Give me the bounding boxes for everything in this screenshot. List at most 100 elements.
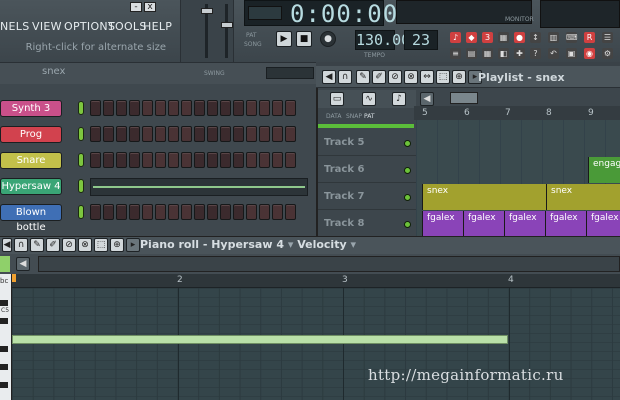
param-selector[interactable]: Velocity xyxy=(297,238,346,251)
chevron-down-icon[interactable]: ▾ xyxy=(350,238,356,251)
track-header[interactable]: Track 7 xyxy=(318,184,416,210)
playlist-icon[interactable]: ≡ xyxy=(450,48,461,59)
magnet-icon[interactable]: ∩ xyxy=(338,70,352,84)
step-button[interactable] xyxy=(181,204,192,220)
step-button[interactable] xyxy=(142,126,153,142)
playlist-clip[interactable]: fgalex xyxy=(545,211,586,236)
black-key[interactable] xyxy=(0,300,8,306)
step-button[interactable] xyxy=(233,126,244,142)
loop-record-icon[interactable]: ● xyxy=(514,32,525,43)
note[interactable] xyxy=(12,335,508,344)
step-button[interactable] xyxy=(168,204,179,220)
channel-active-led[interactable] xyxy=(78,101,84,115)
pr-pencil-icon[interactable]: ✎ xyxy=(30,238,44,252)
step-button[interactable] xyxy=(207,152,218,168)
step-button[interactable] xyxy=(246,152,257,168)
step-button[interactable] xyxy=(103,100,114,116)
channel-button[interactable]: Synth 3 xyxy=(0,100,62,117)
menu-tools[interactable]: TOOLS xyxy=(108,20,147,33)
step-button[interactable] xyxy=(181,100,192,116)
track-led[interactable] xyxy=(404,140,411,147)
step-button[interactable] xyxy=(194,152,205,168)
step-button[interactable] xyxy=(285,100,296,116)
channel-rack-icon[interactable]: ▦ xyxy=(482,48,493,59)
playlist-clip[interactable]: fgalex xyxy=(463,211,504,236)
step-button[interactable] xyxy=(272,126,283,142)
black-key[interactable] xyxy=(0,318,8,324)
step-button[interactable] xyxy=(194,126,205,142)
channel-button[interactable]: Hypersaw 4 xyxy=(0,178,62,195)
step-button[interactable] xyxy=(194,100,205,116)
step-button[interactable] xyxy=(207,204,218,220)
zoom-icon[interactable]: ⊕ xyxy=(452,70,466,84)
record-button[interactable]: ● xyxy=(320,31,336,47)
track-header[interactable]: Track 8 xyxy=(318,211,416,237)
metronome-icon[interactable]: ♪ xyxy=(450,32,461,43)
step-button[interactable] xyxy=(259,152,270,168)
step-button[interactable] xyxy=(129,126,140,142)
playlist-clip[interactable]: snex xyxy=(422,184,546,210)
channel-button[interactable]: Blown bottle xyxy=(0,204,62,233)
step-button[interactable] xyxy=(116,152,127,168)
track-led[interactable] xyxy=(404,167,411,174)
step-button[interactable] xyxy=(220,204,231,220)
help-icon[interactable]: ? xyxy=(530,48,541,59)
pr-paint-icon[interactable]: ✐ xyxy=(46,238,60,252)
step-button[interactable] xyxy=(90,204,101,220)
channel-button[interactable]: Prog xyxy=(0,126,62,143)
step-button[interactable] xyxy=(246,204,257,220)
view-mode-buttons[interactable] xyxy=(266,67,314,79)
step-button[interactable] xyxy=(116,126,127,142)
channel-active-led[interactable] xyxy=(78,153,84,167)
play-button[interactable]: ▶ xyxy=(276,31,292,47)
mode-pat[interactable]: PAT xyxy=(364,113,375,120)
step-button[interactable] xyxy=(259,204,270,220)
pattern-number[interactable]: 23 xyxy=(404,30,438,50)
export-icon[interactable]: ◉ xyxy=(584,48,595,59)
step-button[interactable] xyxy=(207,126,218,142)
stop-button[interactable]: ■ xyxy=(296,31,312,47)
track-header[interactable]: Track 6 xyxy=(318,157,416,183)
black-key[interactable] xyxy=(0,364,8,370)
volume-fader[interactable] xyxy=(201,8,213,14)
mode-data[interactable]: DATA xyxy=(326,113,341,120)
black-key[interactable] xyxy=(0,382,8,388)
step-button[interactable] xyxy=(129,152,140,168)
step-button[interactable] xyxy=(181,126,192,142)
close-button[interactable]: x xyxy=(144,2,156,12)
pr-delete-icon[interactable]: ⊘ xyxy=(62,238,76,252)
pitch-fader[interactable] xyxy=(221,22,233,28)
wait-icon[interactable]: ◆ xyxy=(466,32,477,43)
step-button[interactable] xyxy=(168,100,179,116)
black-key[interactable] xyxy=(0,346,8,352)
step-button[interactable] xyxy=(272,204,283,220)
step-button[interactable] xyxy=(155,204,166,220)
track-led[interactable] xyxy=(404,221,411,228)
pr-arrow-icon[interactable]: ▸ xyxy=(126,238,140,252)
playlist-clip[interactable]: fgalex xyxy=(422,211,463,236)
step-button[interactable] xyxy=(116,100,127,116)
playlist-clip[interactable]: engag xyxy=(588,157,620,183)
step-button[interactable] xyxy=(220,100,231,116)
pattern-clip-icon[interactable]: ▭ xyxy=(330,92,344,106)
step-button[interactable] xyxy=(90,126,101,142)
step-button[interactable] xyxy=(246,100,257,116)
mode-snap[interactable]: SNAP xyxy=(346,113,362,120)
minimize-button[interactable]: - xyxy=(130,2,142,12)
playlist-scrollbar-thumb[interactable] xyxy=(450,92,478,104)
channel-button[interactable]: Snare xyxy=(0,152,62,169)
pencil-icon[interactable]: ✎ xyxy=(356,70,370,84)
menu-view[interactable]: VIEW xyxy=(32,20,62,33)
select-icon[interactable]: ⬚ xyxy=(436,70,450,84)
step-button[interactable] xyxy=(168,126,179,142)
step-button[interactable] xyxy=(285,126,296,142)
step-button[interactable] xyxy=(181,152,192,168)
track-led[interactable] xyxy=(404,194,411,201)
mixer-icon[interactable]: ☰ xyxy=(602,32,613,43)
settings-icon[interactable]: ⚙ xyxy=(602,48,613,59)
save-icon[interactable]: ▣ xyxy=(566,48,577,59)
pr-magnet-icon[interactable]: ∩ xyxy=(14,238,28,252)
step-button[interactable] xyxy=(155,100,166,116)
tempo-display[interactable]: 130.000 xyxy=(355,30,419,50)
browser-icon[interactable]: ◧ xyxy=(498,48,509,59)
